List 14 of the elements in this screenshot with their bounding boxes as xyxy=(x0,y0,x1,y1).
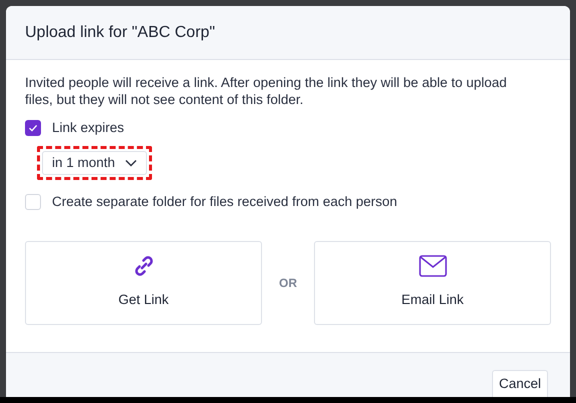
checkbox[interactable] xyxy=(25,194,41,210)
get-link-button[interactable]: Get Link xyxy=(25,240,262,324)
separator-text: OR xyxy=(278,274,298,292)
checkbox-label: Create separate folder for files received from each person xyxy=(52,193,398,212)
cancel-button[interactable]: Cancel xyxy=(492,370,548,397)
email-link-button[interactable]: Email Link xyxy=(314,240,551,324)
envelope-icon xyxy=(418,255,446,278)
caret-icon xyxy=(125,159,138,168)
checkbox-label: Link expires xyxy=(52,119,124,137)
checkbox[interactable] xyxy=(25,120,41,136)
dialog-title: Upload link for "ABC Corp" xyxy=(25,22,216,42)
expiry-dropdown[interactable]: in 1 month xyxy=(42,151,148,176)
description-text: Invited people will receive a link. After opening the link they will be able to upload files, but they will not see content of this folder. xyxy=(25,74,508,108)
check-icon xyxy=(28,123,38,134)
